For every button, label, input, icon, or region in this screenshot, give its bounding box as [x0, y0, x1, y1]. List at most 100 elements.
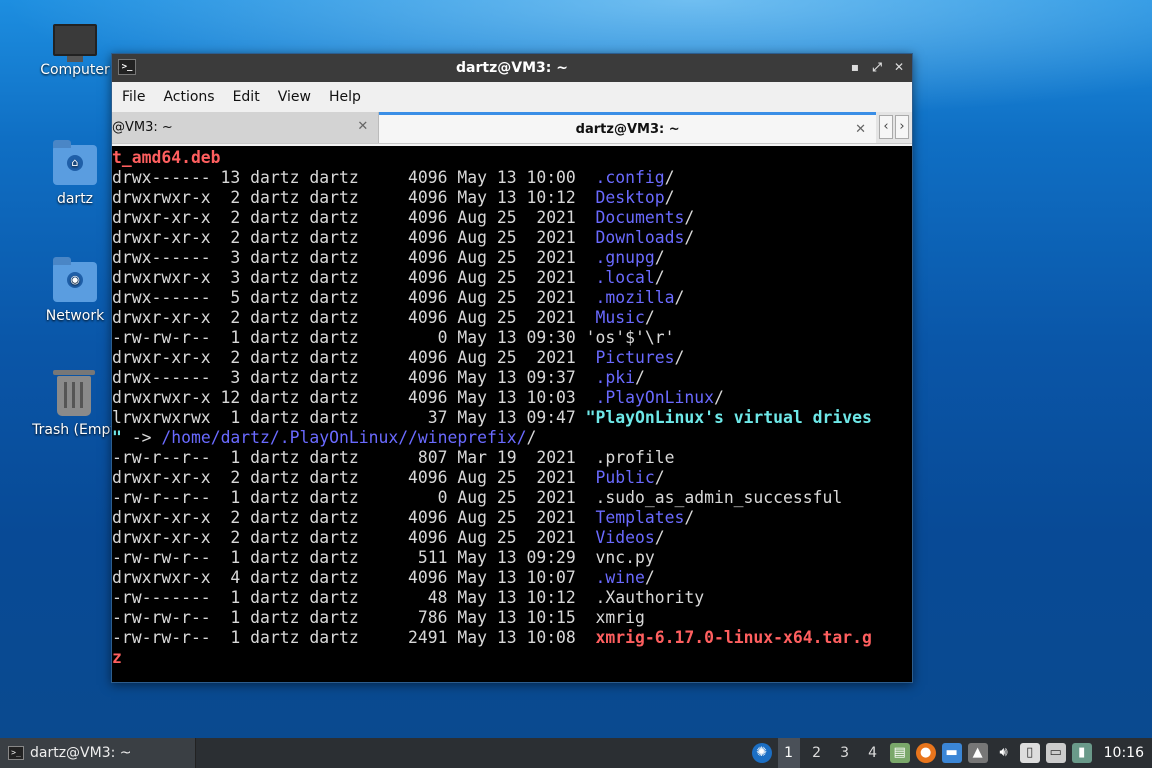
minimize-icon[interactable]: ▪ — [848, 58, 862, 76]
terminal-line: z — [112, 648, 912, 668]
menu-view[interactable]: View — [278, 89, 323, 105]
terminal-entry-suffix: -> — [121, 428, 162, 447]
computer-icon — [53, 24, 97, 62]
notes-icon[interactable]: ▤ — [889, 743, 910, 763]
terminal-entry-suffix: / — [635, 368, 645, 387]
desktop-icon-label: Trash (Empt — [32, 422, 116, 438]
menu-help[interactable]: Help — [329, 89, 373, 105]
desktop-icon-computer[interactable]: Computer — [30, 24, 120, 78]
terminal-line: drwxr-xr-x 2 dartz dartz 4096 Aug 25 202… — [112, 208, 912, 228]
trash-icon — [53, 370, 95, 416]
terminal-entry-name: .mozilla — [595, 288, 675, 307]
terminal-entry-name: Pictures — [595, 348, 675, 367]
menu-file[interactable]: File — [122, 89, 157, 105]
terminal-line-meta: drwxrwxr-x 12 dartz dartz 4096 May 13 10… — [112, 388, 596, 407]
terminal-entry-suffix: / — [684, 228, 695, 247]
terminal-line-meta: drwxrwxr-x 2 dartz dartz 4096 May 13 10:… — [112, 188, 596, 207]
clock[interactable]: 10:16 — [1104, 745, 1144, 761]
maximize-icon[interactable]: ⤢ — [870, 58, 884, 76]
terminal-line: drwx------ 3 dartz dartz 4096 Aug 25 202… — [112, 248, 912, 268]
terminal-line-meta: -rw-rw-r-- 1 dartz dartz 0 May 13 09:30 — [112, 328, 586, 347]
volume-icon[interactable]: 🔊︎ — [994, 743, 1014, 763]
terminal-link-target-suffix: / — [526, 428, 537, 447]
terminal-line: drwxr-xr-x 2 dartz dartz 4096 Aug 25 202… — [112, 528, 912, 548]
terminal-line-meta: drwxrwxr-x 4 dartz dartz 4096 May 13 10:… — [112, 568, 596, 587]
desktop-icon-network[interactable]: ◉ Network — [30, 257, 120, 324]
terminal-line-meta: drwxr-xr-x 2 dartz dartz 4096 Aug 25 202… — [112, 468, 596, 487]
terminal-entry-name: Desktop — [595, 188, 665, 207]
terminal-line: drwx------ 3 dartz dartz 4096 May 13 09:… — [112, 368, 912, 388]
terminal-line: drwxrwxr-x 3 dartz dartz 4096 Aug 25 202… — [112, 268, 912, 288]
terminal-line-meta: drwx------ 13 dartz dartz 4096 May 13 10… — [112, 168, 596, 187]
terminal-line: drwx------ 5 dartz dartz 4096 Aug 25 202… — [112, 288, 912, 308]
terminal-window: >_ dartz@VM3: ~ ▪ ⤢ ✕ File Actions Edit … — [111, 53, 913, 683]
workspace-1[interactable]: 1 — [777, 738, 800, 768]
xubuntu-icon[interactable]: ✺ — [751, 743, 772, 763]
terminal-entry-name: Templates — [595, 508, 685, 527]
terminal-line: -rw-r--r-- 1 dartz dartz 807 Mar 19 2021… — [112, 448, 912, 468]
workspace-3[interactable]: 3 — [834, 738, 856, 768]
terminal-line: lrwxrwxrwx 1 dartz dartz 37 May 13 09:47… — [112, 408, 912, 428]
menu-actions[interactable]: Actions — [163, 89, 226, 105]
terminal-entry-name: Videos — [595, 528, 655, 547]
terminal-entry-suffix: / — [654, 468, 665, 487]
terminal-entry-suffix: / — [654, 528, 665, 547]
terminal-entry-name: z — [112, 648, 122, 667]
tab-scroll-right-icon[interactable]: › — [895, 115, 909, 139]
system-tray: ✺ 1 2 3 4 ▤ ● ▬ ▲ 🔊︎ ▯ ▭ ▮ 10:16 — [751, 738, 1152, 768]
tab-close-icon[interactable]: ✕ — [357, 119, 368, 134]
firefox-icon[interactable]: ● — [915, 743, 936, 763]
home-folder-icon: ⌂ — [53, 140, 97, 185]
tab-close-icon[interactable]: ✕ — [855, 122, 866, 137]
terminal-entry-name: 'os'$'\r' — [585, 328, 675, 347]
terminal-entry-suffix: / — [674, 348, 685, 367]
updates-icon[interactable]: ▲ — [967, 743, 988, 763]
window-title: dartz@VM3: ~ — [456, 60, 568, 76]
taskbar-item-label: dartz@VM3: ~ — [30, 745, 132, 761]
desktop-icon-trash[interactable]: Trash (Empt — [24, 370, 124, 438]
terminal-line-meta: drwx------ 5 dartz dartz 4096 Aug 25 202… — [112, 288, 596, 307]
network-folder-icon: ◉ — [53, 257, 97, 302]
terminal-entry-name: Music — [595, 308, 645, 327]
terminal-line: t_amd64.deb — [112, 148, 912, 168]
menu-bar: File Actions Edit View Help — [112, 82, 912, 112]
terminal-line-meta: -rw-rw-r-- 1 dartz dartz 2491 May 13 10:… — [112, 628, 596, 647]
tab-scroll-left-icon[interactable]: ‹ — [879, 115, 893, 139]
tab-active[interactable]: dartz@VM3: ~ ✕ — [379, 112, 876, 143]
window-titlebar[interactable]: >_ dartz@VM3: ~ ▪ ⤢ ✕ — [112, 54, 912, 82]
terminal-entry-suffix: / — [644, 568, 655, 587]
taskbar-item-terminal[interactable]: >_ dartz@VM3: ~ — [0, 738, 196, 768]
battery-icon[interactable]: ▮ — [1071, 743, 1092, 763]
terminal-line: drwxr-xr-x 2 dartz dartz 4096 Aug 25 202… — [112, 468, 912, 488]
desktop-icon-home[interactable]: ⌂ dartz — [30, 140, 120, 207]
terminal-line-meta: -rw-r--r-- 1 dartz dartz 807 Mar 19 2021… — [112, 448, 675, 467]
workspace-2[interactable]: 2 — [806, 738, 828, 768]
terminal-line-meta: lrwxrwxrwx 1 dartz dartz 37 May 13 09:47 — [112, 408, 586, 427]
network-icon[interactable]: ▭ — [1045, 743, 1066, 763]
terminal-line-meta: -rw-rw-r-- 1 dartz dartz 786 May 13 10:1… — [112, 608, 645, 627]
terminal-entry-name: .gnupg — [595, 248, 655, 267]
terminal-line: drwxrwxr-x 4 dartz dartz 4096 May 13 10:… — [112, 568, 912, 588]
folder-icon[interactable]: ▬ — [941, 743, 962, 763]
terminal-entry-name: " — [112, 428, 122, 447]
terminal-link-target: /home/dartz/.PlayOnLinux//wineprefix/ — [161, 428, 527, 447]
terminal-entry-suffix: / — [684, 208, 695, 227]
terminal-output[interactable]: t_amd64.deb drwx------ 13 dartz dartz 409… — [112, 146, 912, 682]
terminal-line: -rw-rw-r-- 1 dartz dartz 0 May 13 09:30 … — [112, 328, 912, 348]
clipboard-icon[interactable]: ▯ — [1019, 743, 1040, 763]
terminal-app-icon[interactable]: >_ — [118, 59, 136, 75]
workspace-4[interactable]: 4 — [862, 738, 884, 768]
terminal-entry-name: "PlayOnLinux's virtual drives — [585, 408, 872, 427]
menu-edit[interactable]: Edit — [233, 89, 272, 105]
terminal-entry-name: .local — [595, 268, 655, 287]
taskbar: >_ dartz@VM3: ~ ✺ 1 2 3 4 ▤ ● ▬ ▲ 🔊︎ ▯ ▭… — [0, 738, 1152, 768]
tab-inactive[interactable]: @VM3: ~ ✕ — [112, 112, 380, 143]
terminal-line: drwxrwxr-x 2 dartz dartz 4096 May 13 10:… — [112, 188, 912, 208]
desktop-icon-label: dartz — [56, 191, 94, 207]
terminal-line-meta: drwxr-xr-x 2 dartz dartz 4096 Aug 25 202… — [112, 208, 596, 227]
terminal-line: drwxr-xr-x 2 dartz dartz 4096 Aug 25 202… — [112, 508, 912, 528]
terminal-line-meta: -rw------- 1 dartz dartz 48 May 13 10:12… — [112, 588, 705, 607]
close-icon[interactable]: ✕ — [892, 58, 906, 76]
terminal-line: -rw-r--r-- 1 dartz dartz 0 Aug 25 2021 .… — [112, 488, 912, 508]
desktop-icon-label: Network — [45, 308, 105, 324]
